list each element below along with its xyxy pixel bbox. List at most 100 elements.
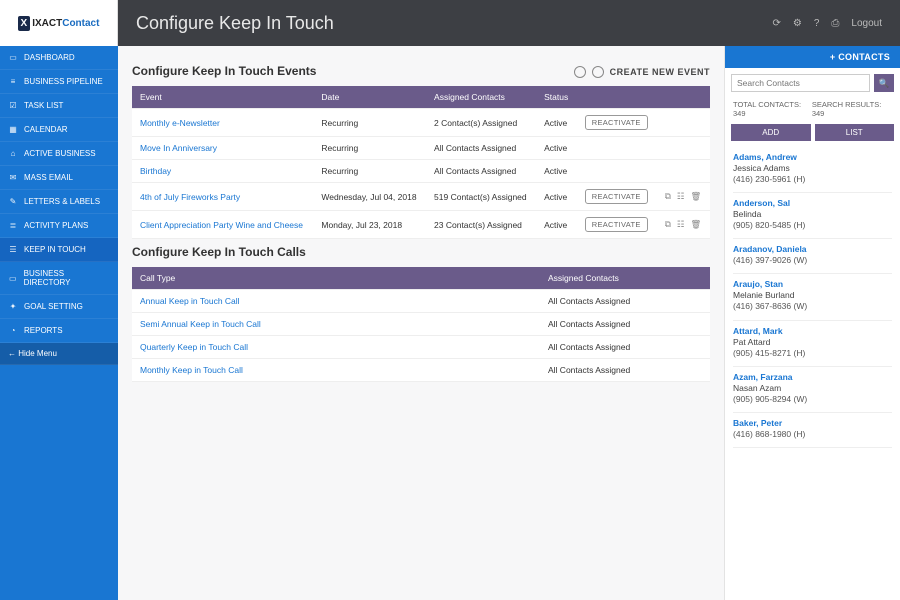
search-icon: 🔍 xyxy=(879,78,890,89)
copy-icon[interactable]: ⧉ xyxy=(665,191,671,202)
sidebar-item-dashboard[interactable]: ▭DASHBOARD xyxy=(0,46,118,70)
table-row: Client Appreciation Party Wine and Chees… xyxy=(132,211,710,239)
house-icon: ⌂ xyxy=(8,149,18,158)
col-date: Date xyxy=(313,86,426,109)
contact-subname: Pat Attard xyxy=(733,337,892,348)
users-icon[interactable]: ☷ xyxy=(677,219,685,230)
sidebar-item-directory[interactable]: ▭BUSINESS DIRECTORY xyxy=(0,262,118,295)
sidebar-item-pipeline[interactable]: ≡BUSINESS PIPELINE xyxy=(0,70,118,94)
event-date: Monday, Jul 23, 2018 xyxy=(313,211,426,239)
reactivate-button[interactable]: REACTIVATE xyxy=(585,217,648,232)
calendar-icon: ▦ xyxy=(8,125,18,134)
delete-icon[interactable]: 🗑 xyxy=(690,219,701,230)
event-date: Recurring xyxy=(313,109,426,137)
events-heading: Configure Keep In Touch Events xyxy=(132,64,316,78)
contact-phone: (416) 397-9026 (W) xyxy=(733,255,892,266)
event-assigned: All Contacts Assigned xyxy=(426,160,536,183)
call-type[interactable]: Semi Annual Keep in Touch Call xyxy=(132,313,540,336)
sidebar-item-active-business[interactable]: ⌂ACTIVE BUSINESS xyxy=(0,142,118,166)
contact-subname: Nasan Azam xyxy=(733,383,892,394)
list-button[interactable]: LIST xyxy=(815,124,895,141)
reactivate-button[interactable]: REACTIVATE xyxy=(585,115,648,130)
print-icon[interactable]: ⎙ xyxy=(831,18,839,29)
delete-icon[interactable]: 🗑 xyxy=(690,191,701,202)
event-assigned: All Contacts Assigned xyxy=(426,137,536,160)
pipeline-icon: ≡ xyxy=(8,77,18,86)
header-tools: ⟳ ⚙ ? ⎙ Logout xyxy=(772,18,882,29)
sidebar-item-activity-plans[interactable]: ≣ACTIVITY PLANS xyxy=(0,214,118,238)
contacts-button[interactable]: + CONTACTS xyxy=(725,46,900,68)
contact-phone: (416) 868-1980 (H) xyxy=(733,429,892,440)
call-type[interactable]: Annual Keep in Touch Call xyxy=(132,290,540,313)
total-contacts: TOTAL CONTACTS: 349 xyxy=(733,100,812,118)
contact-name[interactable]: Baker, Peter xyxy=(733,418,892,429)
contacts-panel: + CONTACTS 🔍 TOTAL CONTACTS: 349 SEARCH … xyxy=(724,46,900,600)
page-title: Configure Keep In Touch xyxy=(136,13,334,34)
event-name[interactable]: 4th of July Fireworks Party xyxy=(132,183,313,211)
event-name[interactable]: Move In Anniversary xyxy=(132,137,313,160)
contact-phone: (905) 905-8294 (W) xyxy=(733,394,892,405)
brand-logo[interactable]: XIXACTContact xyxy=(0,0,118,46)
event-name[interactable]: Client Appreciation Party Wine and Chees… xyxy=(132,211,313,239)
contact-name[interactable]: Araujo, Stan xyxy=(733,279,892,290)
hide-menu-button[interactable]: ← Hide Menu xyxy=(0,343,118,365)
kit-icon: ☰ xyxy=(8,245,18,254)
plans-icon: ≣ xyxy=(8,221,18,230)
call-type[interactable]: Monthly Keep in Touch Call xyxy=(132,359,540,382)
tasks-icon: ☑ xyxy=(8,101,18,110)
call-assigned: All Contacts Assigned xyxy=(540,359,710,382)
help-icon[interactable]: ? xyxy=(814,18,820,29)
contact-subname: Belinda xyxy=(733,209,892,220)
sidebar-item-mass-email[interactable]: ✉MASS EMAIL xyxy=(0,166,118,190)
event-date: Wednesday, Jul 04, 2018 xyxy=(313,183,426,211)
table-row: Move In AnniversaryRecurringAll Contacts… xyxy=(132,137,710,160)
sidebar-item-goals[interactable]: ✦GOAL SETTING xyxy=(0,295,118,319)
table-row: Semi Annual Keep in Touch CallAll Contac… xyxy=(132,313,710,336)
sidebar-item-tasks[interactable]: ☑TASK LIST xyxy=(0,94,118,118)
event-name[interactable]: Monthly e-Newsletter xyxy=(132,109,313,137)
contact-card: Azam, FarzanaNasan Azam(905) 905-8294 (W… xyxy=(733,367,892,413)
search-submit[interactable]: 🔍 xyxy=(874,74,894,92)
contact-name[interactable]: Attard, Mark xyxy=(733,326,892,337)
event-status: Active xyxy=(536,109,577,137)
event-status: Active xyxy=(536,183,577,211)
copy-icon[interactable]: ⧉ xyxy=(665,219,671,230)
contact-card: Attard, MarkPat Attard(905) 415-8271 (H) xyxy=(733,321,892,367)
settings-icon[interactable]: ⚙ xyxy=(793,18,802,29)
event-name[interactable]: Birthday xyxy=(132,160,313,183)
event-date: Recurring xyxy=(313,137,426,160)
logo-mark: X xyxy=(18,16,31,31)
search-input[interactable] xyxy=(731,74,870,92)
letters-icon: ✎ xyxy=(8,197,18,206)
sidebar-item-reports[interactable]: ◔REPORTS xyxy=(0,319,118,343)
contact-phone: (905) 820-5485 (H) xyxy=(733,220,892,231)
table-row: BirthdayRecurringAll Contacts AssignedAc… xyxy=(132,160,710,183)
call-assigned: All Contacts Assigned xyxy=(540,290,710,313)
contact-card: Baker, Peter(416) 868-1980 (H) xyxy=(733,413,892,448)
call-type[interactable]: Quarterly Keep in Touch Call xyxy=(132,336,540,359)
create-event-button[interactable]: CREATE NEW EVENT xyxy=(574,66,710,78)
col-event: Event xyxy=(132,86,313,109)
sidebar-item-calendar[interactable]: ▦CALENDAR xyxy=(0,118,118,142)
col-call-type: Call Type xyxy=(132,267,540,290)
contact-name[interactable]: Azam, Farzana xyxy=(733,372,892,383)
sync-icon[interactable]: ⟳ xyxy=(772,18,780,29)
sidebar: ▭DASHBOARD ≡BUSINESS PIPELINE ☑TASK LIST… xyxy=(0,46,118,600)
contact-name[interactable]: Adams, Andrew xyxy=(733,152,892,163)
col-call-assigned: Assigned Contacts xyxy=(540,267,710,290)
contact-name[interactable]: Aradanov, Daniela xyxy=(733,244,892,255)
sidebar-item-keep-in-touch[interactable]: ☰KEEP IN TOUCH xyxy=(0,238,118,262)
add-contact-button[interactable]: ADD xyxy=(731,124,811,141)
sidebar-item-letters[interactable]: ✎LETTERS & LABELS xyxy=(0,190,118,214)
col-assigned: Assigned Contacts xyxy=(426,86,536,109)
logout-link[interactable]: Logout xyxy=(851,18,882,29)
reactivate-button[interactable]: REACTIVATE xyxy=(585,189,648,204)
contact-card: Aradanov, Daniela(416) 397-9026 (W) xyxy=(733,239,892,274)
calls-heading: Configure Keep In Touch Calls xyxy=(132,245,710,259)
event-status: Active xyxy=(536,160,577,183)
contact-card: Anderson, SalBelinda(905) 820-5485 (H) xyxy=(733,193,892,239)
users-icon[interactable]: ☷ xyxy=(677,191,685,202)
contact-name[interactable]: Anderson, Sal xyxy=(733,198,892,209)
table-row: 4th of July Fireworks PartyWednesday, Ju… xyxy=(132,183,710,211)
events-table: Event Date Assigned Contacts Status Mont… xyxy=(132,86,710,239)
